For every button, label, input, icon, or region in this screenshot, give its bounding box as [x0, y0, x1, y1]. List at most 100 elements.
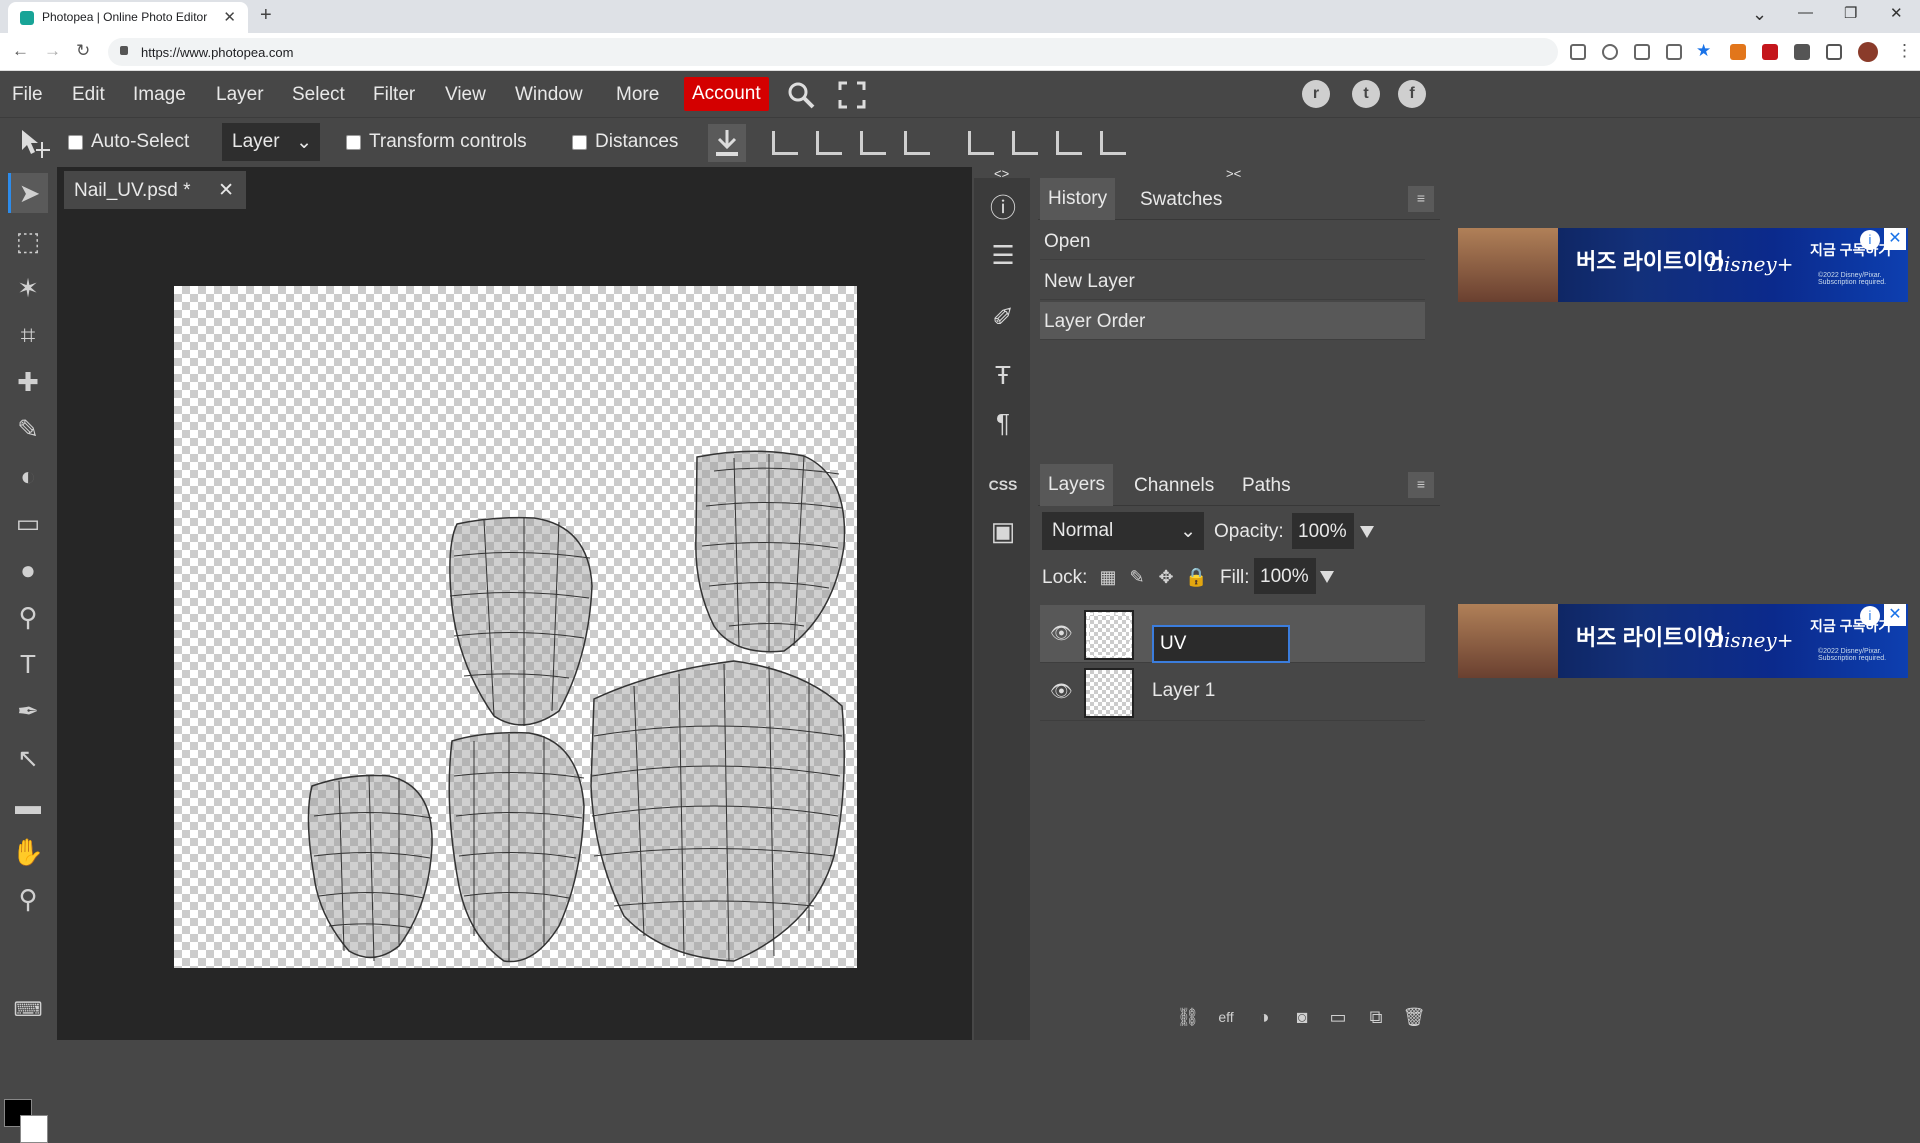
marquee-tool-button[interactable]: ⬚	[8, 221, 48, 261]
profile-avatar[interactable]	[1858, 42, 1878, 62]
lock-pixels-icon[interactable]: ✎	[1127, 567, 1147, 587]
account-button[interactable]: Account	[684, 77, 769, 111]
reload-icon[interactable]: ↻	[76, 41, 90, 61]
fill-input[interactable]: 100%	[1254, 558, 1316, 594]
menu-filter[interactable]: Filter	[373, 84, 415, 106]
open-in-app-icon[interactable]	[1570, 44, 1586, 60]
history-item[interactable]: Open	[1040, 222, 1425, 260]
menu-layer[interactable]: Layer	[216, 84, 264, 106]
document-canvas[interactable]	[174, 286, 857, 968]
layer-mask-icon[interactable]: ◙	[1290, 1005, 1314, 1029]
align-middle-vertical-icon[interactable]	[1012, 131, 1038, 155]
url-field[interactable]: https://www.photopea.com	[108, 38, 1558, 66]
fullscreen-icon[interactable]	[838, 81, 866, 109]
shield-extension-icon[interactable]	[1762, 44, 1778, 60]
brush-tool-button[interactable]: ✎	[8, 409, 48, 449]
gradient-tool-button[interactable]: ▭	[8, 503, 48, 543]
history-panel-menu-icon[interactable]: ≡	[1408, 186, 1434, 212]
ad-banner[interactable]: 버즈 라이트이어 Disney+ 지금 구독하기 ©2022 Disney/Pi…	[1458, 228, 1908, 302]
back-icon[interactable]: ←	[12, 41, 29, 61]
image-icon[interactable]: ▣	[984, 512, 1022, 550]
side-panel-icon[interactable]	[1826, 44, 1842, 60]
blend-mode-select[interactable]: Normal ⌄	[1042, 512, 1204, 550]
crop-tool-button[interactable]: ⌗	[8, 315, 48, 355]
adjustment-layer-icon[interactable]: ◑	[1252, 1005, 1276, 1029]
ad-close-icon[interactable]: ✕	[1884, 604, 1906, 626]
tab-history[interactable]: History	[1040, 178, 1116, 220]
facebook-icon[interactable]: f	[1398, 80, 1426, 108]
transform-controls-checkbox[interactable]	[346, 135, 361, 150]
hand-tool-button[interactable]: ✋	[8, 832, 48, 872]
layers-panel-menu-icon[interactable]: ≡	[1408, 472, 1434, 498]
keyboard-icon[interactable]: ⌨	[8, 990, 48, 1030]
align-top-icon[interactable]	[968, 131, 994, 155]
browser-tab-close-icon[interactable]: ✕	[223, 8, 236, 26]
menu-file[interactable]: File	[12, 84, 43, 106]
document-tab[interactable]: Nail_UV.psd * ✕	[64, 171, 246, 209]
extensions-puzzle-icon[interactable]	[1794, 44, 1810, 60]
adjustments-icon[interactable]: ☰	[984, 236, 1022, 274]
distribute-vertical-icon[interactable]	[904, 131, 930, 155]
page-icon[interactable]	[1634, 44, 1650, 60]
fill-dropdown-icon[interactable]	[1320, 571, 1334, 583]
paragraph-icon[interactable]: ¶	[984, 404, 1022, 442]
menu-select[interactable]: Select	[292, 84, 345, 106]
tab-list-icon[interactable]: ⌄	[1752, 4, 1767, 25]
new-layer-icon[interactable]: ⧉	[1364, 1005, 1388, 1029]
healing-brush-tool-button[interactable]: ✚	[8, 362, 48, 402]
lock-transparency-icon[interactable]: ▦	[1098, 567, 1118, 587]
css-icon[interactable]: CSS	[984, 466, 1022, 504]
pen-tool-button[interactable]: ✒	[8, 691, 48, 731]
maximize-button[interactable]: ❐	[1844, 4, 1857, 22]
distances-checkbox[interactable]	[572, 135, 587, 150]
new-tab-button[interactable]: +	[260, 4, 272, 27]
brush-settings-icon[interactable]: ✐	[984, 298, 1022, 336]
reddit-icon[interactable]: r	[1302, 80, 1330, 108]
document-close-icon[interactable]: ✕	[218, 179, 234, 202]
info-icon[interactable]: ⓘ	[984, 189, 1022, 227]
layer-row-layer1[interactable]: 👁 Layer 1	[1040, 663, 1425, 721]
twitter-icon[interactable]: t	[1352, 80, 1380, 108]
tab-paths[interactable]: Paths	[1234, 475, 1299, 497]
ad-close-icon[interactable]: ✕	[1884, 228, 1906, 250]
distribute-horizontal-icon[interactable]	[1100, 131, 1126, 155]
background-color-swatch[interactable]	[20, 1115, 48, 1143]
character-icon[interactable]: Ŧ	[984, 356, 1022, 394]
forward-icon[interactable]: →	[44, 41, 61, 61]
bookmark-star-icon[interactable]: ★	[1696, 41, 1712, 60]
link-layers-icon[interactable]: ⛓	[1176, 1005, 1200, 1029]
tab-layers[interactable]: Layers	[1040, 464, 1114, 506]
align-right-icon[interactable]	[860, 131, 886, 155]
metamask-extension-icon[interactable]	[1730, 44, 1746, 60]
close-window-button[interactable]: ✕	[1890, 4, 1903, 22]
delete-layer-icon[interactable]: 🗑	[1402, 1005, 1426, 1029]
zoom-icon[interactable]	[1602, 44, 1618, 60]
eraser-tool-button[interactable]: ◐	[8, 456, 48, 496]
rectangle-tool-button[interactable]: ▬	[8, 785, 48, 825]
download-icon[interactable]	[708, 124, 746, 162]
move-tool-button[interactable]: ➤	[8, 173, 48, 213]
magic-wand-tool-button[interactable]: ✶	[8, 268, 48, 308]
search-icon[interactable]	[786, 80, 816, 110]
layer-group-select[interactable]: Layer ⌄	[222, 123, 320, 161]
menu-edit[interactable]: Edit	[72, 84, 105, 106]
lock-all-icon[interactable]: 🔒	[1185, 567, 1207, 587]
align-left-icon[interactable]	[772, 131, 798, 155]
tab-swatches[interactable]: Swatches	[1132, 189, 1230, 211]
ad-info-icon[interactable]: i	[1860, 230, 1880, 250]
opacity-input[interactable]: 100%	[1292, 513, 1354, 549]
browser-menu-icon[interactable]: ⋮	[1896, 41, 1913, 61]
history-item-current[interactable]: Layer Order	[1040, 302, 1425, 340]
align-bottom-icon[interactable]	[1056, 131, 1082, 155]
browser-tab[interactable]: Photopea | Online Photo Editor ✕	[8, 2, 248, 33]
align-center-horizontal-icon[interactable]	[816, 131, 842, 155]
eye-visibility-icon[interactable]: 👁	[1050, 681, 1073, 702]
share-icon[interactable]	[1666, 44, 1682, 60]
zoom-tool-button[interactable]: ⚲	[8, 879, 48, 919]
menu-more[interactable]: More	[616, 84, 659, 106]
history-item[interactable]: New Layer	[1040, 262, 1425, 300]
minimize-button[interactable]: —	[1798, 4, 1813, 21]
lock-position-icon[interactable]: ✥	[1156, 567, 1176, 587]
menu-image[interactable]: Image	[133, 84, 186, 106]
tab-channels[interactable]: Channels	[1126, 475, 1222, 497]
